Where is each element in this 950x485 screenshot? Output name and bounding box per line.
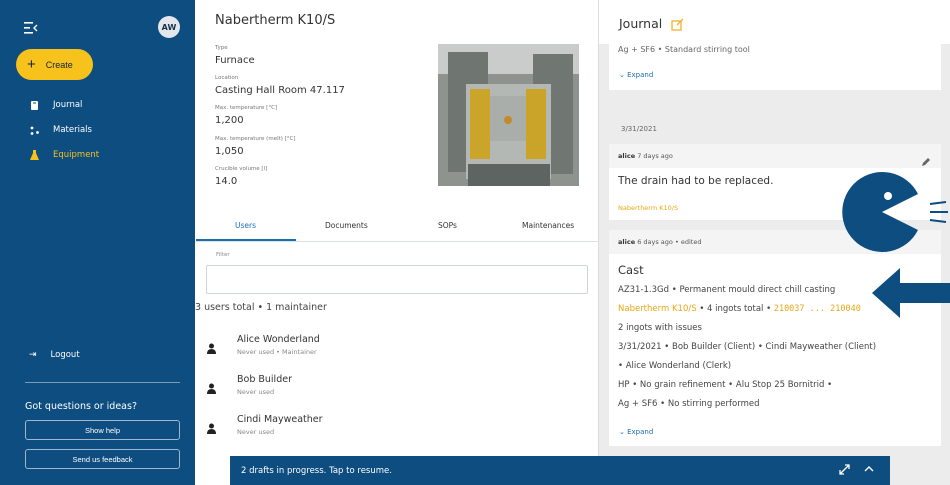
create-button[interactable]: + Create xyxy=(16,49,93,80)
create-label: Create xyxy=(45,59,73,70)
questions-text: Got questions or ideas? xyxy=(25,401,137,412)
arrow-left-icon xyxy=(872,268,950,318)
journal-entry-cast: alice 6 days ago • edited Cast AZ31-1.3G… xyxy=(609,230,941,446)
expand-label: Expand xyxy=(627,71,654,79)
drafts-text: 2 drafts in progress. Tap to resume. xyxy=(241,466,392,476)
entry-author: alice 7 days ago xyxy=(618,152,673,160)
chevron-up-icon[interactable] xyxy=(864,465,874,473)
filter-label: Filter xyxy=(216,252,230,258)
journal-header: Journal xyxy=(599,0,950,44)
app-root: AW + Create Journal Materials Equipment … xyxy=(0,0,950,485)
field-value-max-temp: 1,200 xyxy=(215,115,244,126)
entry-line: 2 ingots with issues xyxy=(618,323,702,333)
molecule-icon xyxy=(29,126,39,135)
field-label-max-temp: Max. temperature [°C] xyxy=(215,105,278,111)
send-feedback-button[interactable]: Send us feedback xyxy=(25,449,180,469)
expand-link[interactable]: ⌄ Expand xyxy=(619,71,653,79)
menu-collapse-icon[interactable] xyxy=(24,19,38,34)
journal-entry-previous: Ag + SF6 • Standard stirring tool ⌄ Expa… xyxy=(609,44,941,90)
entry-line: AZ31-1.3Gd • Permanent mould direct chil… xyxy=(618,285,836,295)
field-label-max-temp-melt: Max. temperature (melt) [°C] xyxy=(215,136,296,142)
sidebar: AW + Create Journal Materials Equipment … xyxy=(0,0,195,485)
user-name: Alice Wonderland xyxy=(237,334,320,345)
entry-line: 3/31/2021 • Bob Builder (Client) • Cindi… xyxy=(618,342,877,352)
expand-link[interactable]: ⌄ Expand xyxy=(619,428,653,436)
equipment-link[interactable]: Nabertherm K10/S xyxy=(618,304,697,314)
user-meta: Never used • Maintainer xyxy=(237,348,317,356)
entry-line: Ag + SF6 • Standard stirring tool xyxy=(618,45,750,54)
logout-label: Logout xyxy=(50,350,80,360)
field-value-location: Casting Hall Room 47.117 xyxy=(215,85,345,96)
plus-icon: + xyxy=(27,56,36,73)
tab-sops[interactable]: SOPs xyxy=(438,221,457,230)
sidebar-item-label: Equipment xyxy=(53,150,100,160)
user-meta: Never used xyxy=(237,388,275,396)
logout-button[interactable]: ⇥ Logout xyxy=(29,350,80,360)
sidebar-item-label: Journal xyxy=(53,100,83,110)
person-icon xyxy=(207,339,216,354)
sidebar-divider xyxy=(25,382,180,383)
book-icon xyxy=(29,100,39,110)
pacman-icon xyxy=(838,172,948,252)
entry-line: HP • No grain refinement • Alu Stop 25 B… xyxy=(618,380,833,390)
tab-users[interactable]: Users xyxy=(235,221,256,230)
field-label-location: Location xyxy=(215,75,239,81)
expand-label: Expand xyxy=(627,428,654,436)
drafts-bar[interactable]: 2 drafts in progress. Tap to resume. xyxy=(230,456,890,485)
field-value-max-temp-melt: 1,050 xyxy=(215,146,244,157)
edit-box-icon[interactable] xyxy=(671,16,684,31)
sidebar-item-equipment[interactable]: Equipment xyxy=(29,147,99,163)
field-value-crucible: 14.0 xyxy=(215,176,238,187)
user-name: Bob Builder xyxy=(237,374,292,385)
field-label-crucible: Crucible volume [l] xyxy=(215,166,268,172)
tab-documents[interactable]: Documents xyxy=(325,221,368,230)
expand-diagonal-icon[interactable] xyxy=(839,464,850,475)
page-title: Nabertherm K10/S xyxy=(215,13,336,28)
filter-input[interactable] xyxy=(206,265,588,294)
entry-line: Nabertherm K10/S • 4 ingots total • 2100… xyxy=(618,304,861,314)
field-value-type: Furnace xyxy=(215,55,255,66)
entry-author: alice 6 days ago • edited xyxy=(618,238,702,246)
active-tab-indicator xyxy=(196,239,296,241)
pencil-icon[interactable] xyxy=(922,151,931,166)
user-meta: Never used xyxy=(237,428,275,436)
equipment-tag-link[interactable]: Nabertherm K10/S xyxy=(618,204,678,212)
ingot-ids-link[interactable]: 210037 ... 210040 xyxy=(774,304,861,314)
entry-title: Cast xyxy=(618,263,644,277)
logout-icon: ⇥ xyxy=(29,350,37,360)
show-help-button[interactable]: Show help xyxy=(25,420,180,440)
person-icon xyxy=(207,379,216,394)
entry-text: The drain had to be replaced. xyxy=(618,175,774,187)
sidebar-item-materials[interactable]: Materials xyxy=(29,122,92,138)
sidebar-item-label: Materials xyxy=(53,125,92,135)
equipment-photo xyxy=(438,44,579,186)
entry-line: • Alice Wonderland (Clerk) xyxy=(618,361,732,371)
person-icon xyxy=(207,419,216,434)
user-name: Cindi Mayweather xyxy=(237,414,323,425)
avatar[interactable]: AW xyxy=(158,16,180,38)
entry-header: alice 7 days ago xyxy=(609,144,941,168)
users-summary: 3 users total • 1 maintainer xyxy=(195,302,327,313)
journal-date: 3/31/2021 xyxy=(621,125,657,133)
equipment-detail: Nabertherm K10/S Type Furnace Location C… xyxy=(195,0,598,485)
entry-line: Ag + SF6 • No stirring performed xyxy=(618,399,760,409)
journal-title: Journal xyxy=(619,16,663,31)
user-row[interactable]: Alice Wonderland Never used • Maintainer xyxy=(195,334,595,364)
flask-icon xyxy=(29,150,39,160)
field-label-type: Type xyxy=(215,45,228,51)
sidebar-item-journal[interactable]: Journal xyxy=(29,97,82,113)
user-row[interactable]: Bob Builder Never used xyxy=(195,374,595,404)
user-row[interactable]: Cindi Mayweather Never used xyxy=(195,414,595,444)
tab-maintenances[interactable]: Maintenances xyxy=(522,221,574,230)
